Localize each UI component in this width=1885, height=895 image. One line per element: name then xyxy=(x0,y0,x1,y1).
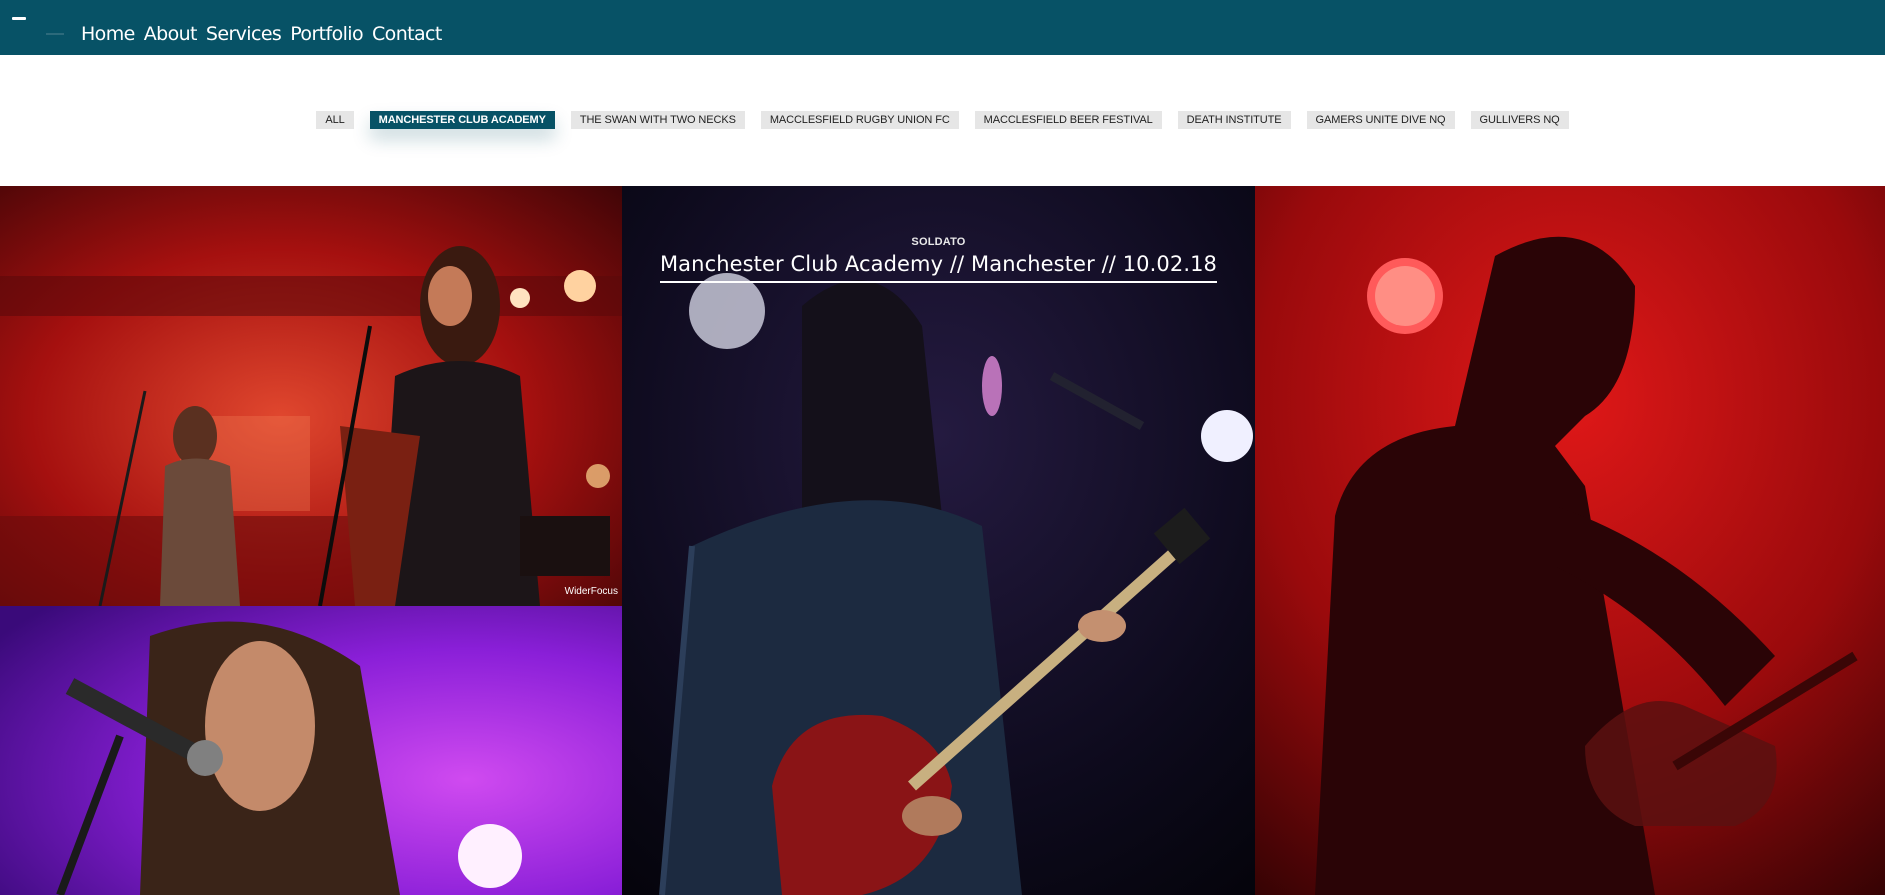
gallery-photo-red-silhouette[interactable] xyxy=(1255,186,1885,895)
filter-gamers-unite-dive-nq[interactable]: GAMERS UNITE DIVE NQ xyxy=(1306,111,1455,129)
filter-macclesfield-rugby-union-fc[interactable]: MACCLESFIELD RUGBY UNION FC xyxy=(760,111,959,129)
filter-death-institute[interactable]: DEATH INSTITUTE xyxy=(1177,111,1291,129)
photo-red-stage-guitarists: WiderFocus xyxy=(0,186,622,606)
nav-link-services[interactable]: Services xyxy=(206,22,282,46)
nav-link-contact[interactable]: Contact xyxy=(372,22,442,46)
gallery-photo-purple-singer[interactable] xyxy=(0,606,622,895)
photo-purple-stage-singer xyxy=(0,606,622,895)
nav-link-portfolio[interactable]: Portfolio xyxy=(290,22,363,46)
nav-link-about[interactable]: About xyxy=(144,22,198,46)
photo-dark-stage-guitarist xyxy=(622,186,1255,895)
filter-swan-with-two-necks[interactable]: THE SWAN WITH TWO NECKS xyxy=(570,111,745,129)
top-nav-bar: Home About Services Portfolio Contact xyxy=(0,0,1885,55)
menu-toggle-underline xyxy=(46,33,64,35)
watermark-text: WiderFocus xyxy=(565,586,618,597)
portfolio-filter-bar: ALL MANCHESTER CLUB ACADEMY THE SWAN WIT… xyxy=(0,111,1885,129)
gallery-photo-blue-guitarist[interactable]: SOLDATO Manchester Club Academy // Manch… xyxy=(622,186,1255,895)
main-nav: Home About Services Portfolio Contact xyxy=(81,22,442,46)
nav-link-home[interactable]: Home xyxy=(81,22,135,46)
menu-toggle-icon[interactable] xyxy=(12,17,26,20)
gallery-photo-two-guitarists[interactable]: WiderFocus xyxy=(0,186,622,606)
filter-all[interactable]: ALL xyxy=(316,111,354,129)
photo-red-silhouette-guitarist xyxy=(1255,186,1885,895)
filter-gullivers-nq[interactable]: GULLIVERS NQ xyxy=(1470,111,1569,129)
filter-macclesfield-beer-festival[interactable]: MACCLESFIELD BEER FESTIVAL xyxy=(974,111,1162,129)
filter-manchester-club-academy[interactable]: MANCHESTER CLUB ACADEMY xyxy=(369,111,555,129)
